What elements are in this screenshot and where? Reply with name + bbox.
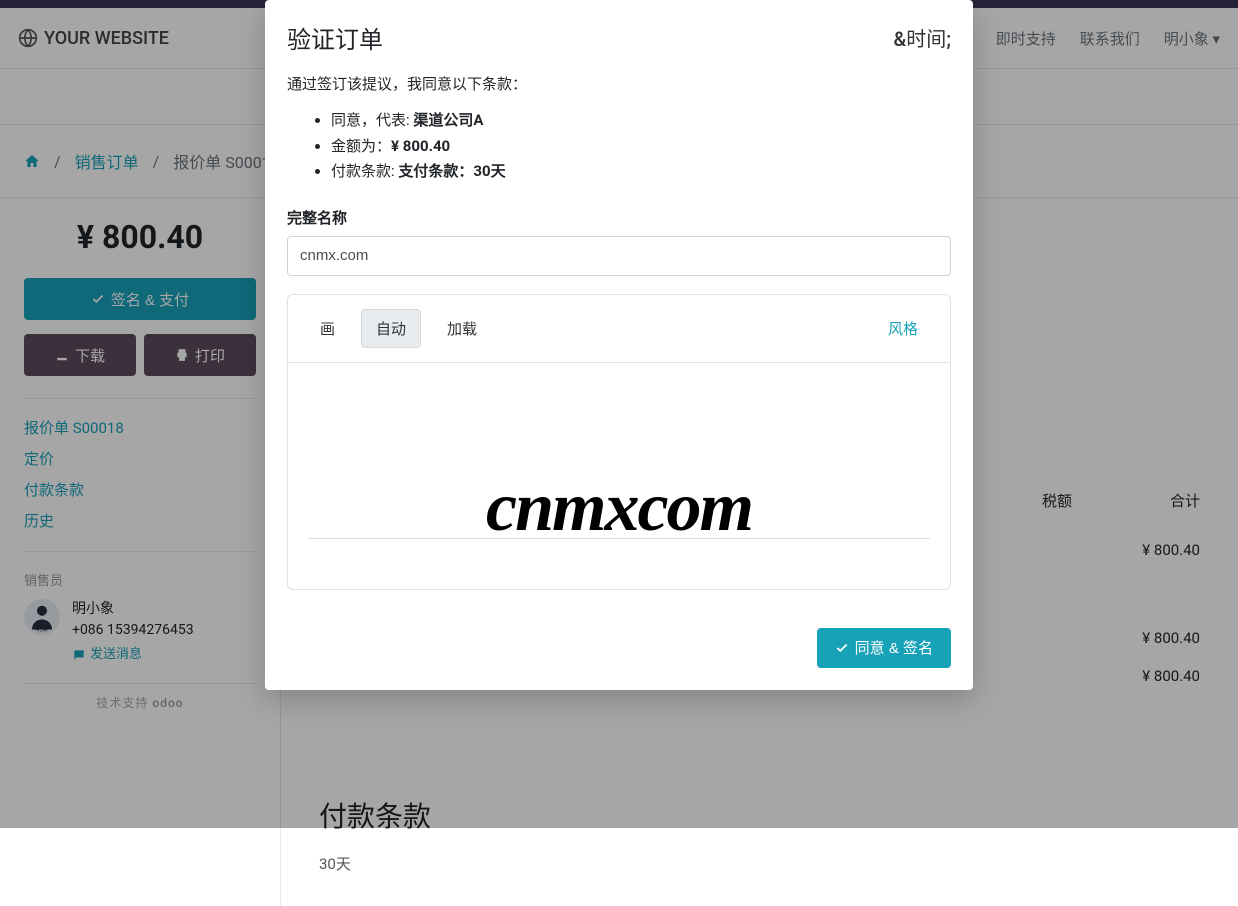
signature-preview: cnmxcom [486,473,752,543]
full-name-label: 完整名称 [287,207,951,228]
tab-draw[interactable]: 画 [306,310,349,347]
full-name-input[interactable] [287,236,951,276]
modal-title: 验证订单 [287,20,383,55]
term-item: 金额为：¥ 800.40 [331,134,951,160]
tab-load[interactable]: 加载 [433,310,491,347]
modal-header: 验证订单 &时间; [265,0,973,73]
signature-card: 画 自动 加载 风格 cnmxcom [287,294,951,590]
modal-body: 通过签订该提议，我同意以下条款： 同意，代表: 渠道公司A 金额为：¥ 800.… [265,73,973,628]
consent-intro: 通过签订该提议，我同意以下条款： [287,73,951,94]
check-icon [835,641,849,655]
modal-footer: 同意 & 签名 [265,628,973,690]
term-item: 同意，代表: 渠道公司A [331,108,951,134]
close-icon[interactable]: &时间; [893,23,951,52]
confirm-sign-button[interactable]: 同意 & 签名 [817,628,951,668]
tab-auto[interactable]: 自动 [361,309,421,348]
term-item: 付款条款: 支付条款：30天 [331,159,951,185]
signature-line [308,538,930,539]
verify-order-modal: 验证订单 &时间; 通过签订该提议，我同意以下条款： 同意，代表: 渠道公司A … [265,0,973,690]
signature-area[interactable]: cnmxcom [288,363,950,589]
payment-terms-text: 30天 [319,853,1200,874]
signature-tabs: 画 自动 加载 风格 [288,295,950,363]
terms-list: 同意，代表: 渠道公司A 金额为：¥ 800.40 付款条款: 支付条款：30天 [287,108,951,185]
tab-style[interactable]: 风格 [874,310,932,347]
